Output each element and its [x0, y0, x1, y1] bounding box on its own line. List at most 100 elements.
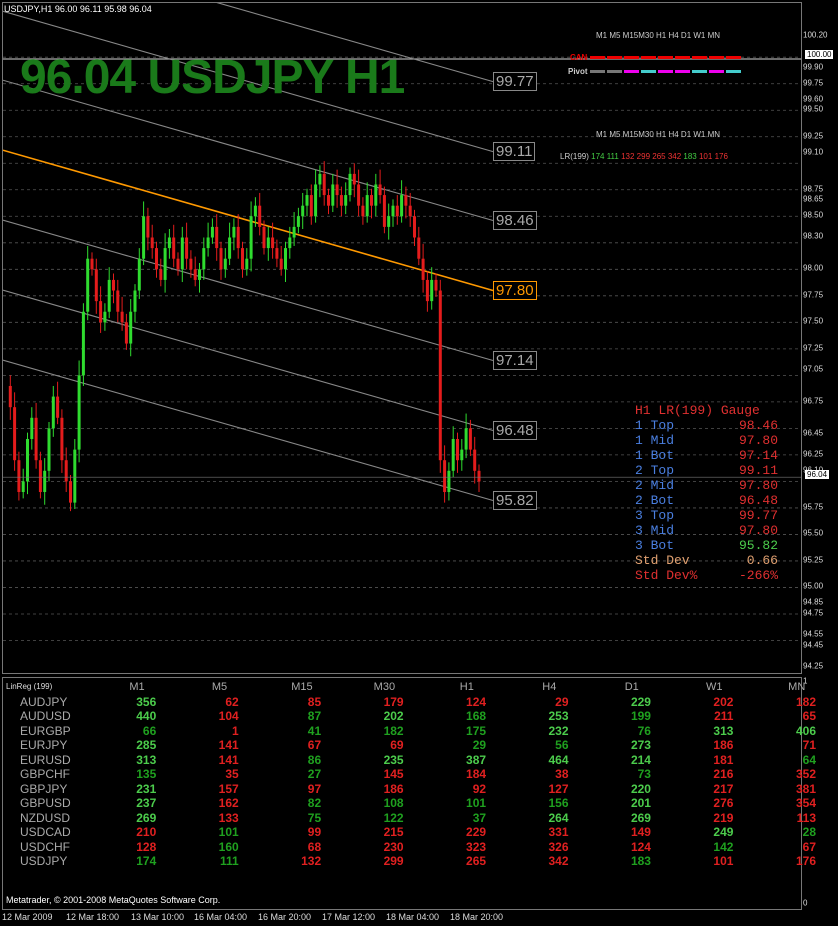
value-cell: 354	[795, 796, 816, 811]
candle-body	[56, 396, 60, 418]
top-price-marker: 100.00	[805, 50, 834, 59]
value-cell: 142	[713, 839, 734, 854]
candle-body	[43, 470, 47, 493]
candle-body	[382, 195, 386, 227]
value-cell: 157	[218, 781, 239, 796]
value-cell: 122	[383, 810, 404, 825]
candle-body	[69, 481, 72, 503]
gauge-key: 2 Bot	[635, 493, 675, 508]
value-cell: 229	[630, 694, 651, 709]
candle-body	[193, 269, 197, 280]
price-tick: 99.90	[803, 62, 824, 72]
candle-body	[468, 428, 472, 450]
gauge-key: 3 Bot	[635, 538, 675, 553]
lr-value: 299	[636, 152, 653, 161]
symbol-cell: GBPUSD	[20, 796, 71, 811]
value-cell: 220	[630, 781, 651, 796]
price-tick: 96.75	[803, 396, 824, 406]
tf-swatch	[691, 70, 707, 74]
table-row: AUDUSD 440 104 87 202 168 253 199 211 65	[20, 709, 838, 724]
candle-body	[155, 248, 158, 270]
candle-body	[86, 258, 90, 312]
candle-body	[365, 195, 369, 217]
value-cell: 249	[713, 825, 734, 840]
candle-body	[425, 279, 429, 302]
value-cell: 162	[218, 796, 239, 811]
candle-body	[180, 237, 184, 270]
gauge-value: -266%	[738, 568, 778, 583]
gauge-key: Std Dev	[635, 553, 690, 568]
value-cell: 210	[136, 825, 157, 840]
price-tick: 95.50	[803, 528, 824, 538]
gauge-row: 1 Top 98.46	[635, 418, 778, 433]
tf-swatch	[674, 70, 690, 74]
candle-body	[361, 205, 365, 217]
candle-body	[159, 269, 163, 280]
price-tick: 99.10	[803, 147, 824, 157]
value-cell: 38	[555, 767, 569, 782]
value-cell: 387	[466, 752, 487, 767]
price-tick: 94.55	[803, 629, 824, 639]
regression-line-5	[3, 289, 494, 432]
candle-body	[103, 311, 107, 323]
value-cell: 124	[466, 694, 487, 709]
value-cell: 352	[795, 767, 816, 782]
symbol-cell: EURGBP	[20, 723, 71, 738]
candle-body	[473, 449, 477, 471]
price-tick: 94.25	[803, 661, 824, 671]
price-tick: 98.30	[803, 231, 824, 241]
gauge-row: 3 Bot 95.82	[635, 538, 778, 553]
column-header: D1	[624, 681, 639, 694]
value-cell: 202	[383, 709, 404, 724]
candle-body	[13, 407, 17, 461]
lr-value: 111	[606, 152, 622, 161]
candle-body	[288, 237, 292, 249]
value-cell: 29	[555, 694, 569, 709]
value-cell: 66	[142, 723, 157, 738]
candle-body	[352, 173, 356, 185]
candle-body	[408, 205, 412, 217]
price-tick: 98.50	[803, 210, 824, 220]
value-cell: 182	[795, 694, 816, 709]
value-cell: 273	[630, 738, 651, 753]
lr-value: 132	[621, 152, 637, 161]
candle-body	[146, 216, 150, 238]
symbol-cell: AUDJPY	[20, 694, 68, 709]
value-cell: 182	[383, 723, 404, 738]
price-tick: 99.75	[803, 78, 824, 88]
price-tick: 99.50	[803, 104, 824, 114]
candle-body	[172, 237, 176, 259]
table-row: USDCAD 210 101 99 215 229 331 149 249 28	[20, 825, 838, 840]
candle-body	[344, 195, 348, 206]
price-tick: 94.85	[803, 597, 824, 607]
symbol-cell: AUDUSD	[20, 709, 71, 724]
candle-body	[447, 470, 451, 493]
gauge-value: 97.80	[738, 433, 778, 448]
gauge-key: 2 Top	[635, 463, 675, 478]
value-cell: 67	[307, 738, 322, 753]
table-row: GBPUSD 237 162 82 108 101 156 201 276 354	[20, 796, 838, 811]
price-tick: 97.50	[803, 316, 824, 326]
value-cell: 82	[307, 796, 322, 811]
column-header: MN	[788, 681, 806, 694]
price-tick: 94.45	[803, 640, 824, 650]
value-cell: 342	[548, 854, 569, 869]
gauge-value: 95.82	[738, 538, 778, 553]
gauge-value: 0.66	[746, 553, 778, 568]
channel-label: 96.48	[493, 420, 537, 440]
candle-body	[249, 216, 253, 259]
candle-body	[236, 226, 240, 249]
value-cell: 299	[383, 854, 404, 869]
value-cell: 27	[307, 767, 322, 782]
current-price-marker: 96.04	[805, 470, 830, 480]
time-tick: 17 Mar 12:00	[322, 912, 376, 922]
column-header: M5	[211, 681, 228, 694]
candle-body	[202, 248, 206, 270]
value-cell: 214	[630, 752, 651, 767]
candle-body	[8, 385, 12, 408]
tf-swatch	[606, 70, 622, 74]
table-row: EURGBP 66 1 41 182 175 232 76 313 406	[20, 724, 838, 739]
column-header: M30	[373, 681, 396, 694]
value-cell: 464	[548, 752, 569, 767]
value-cell: 285	[136, 738, 157, 753]
